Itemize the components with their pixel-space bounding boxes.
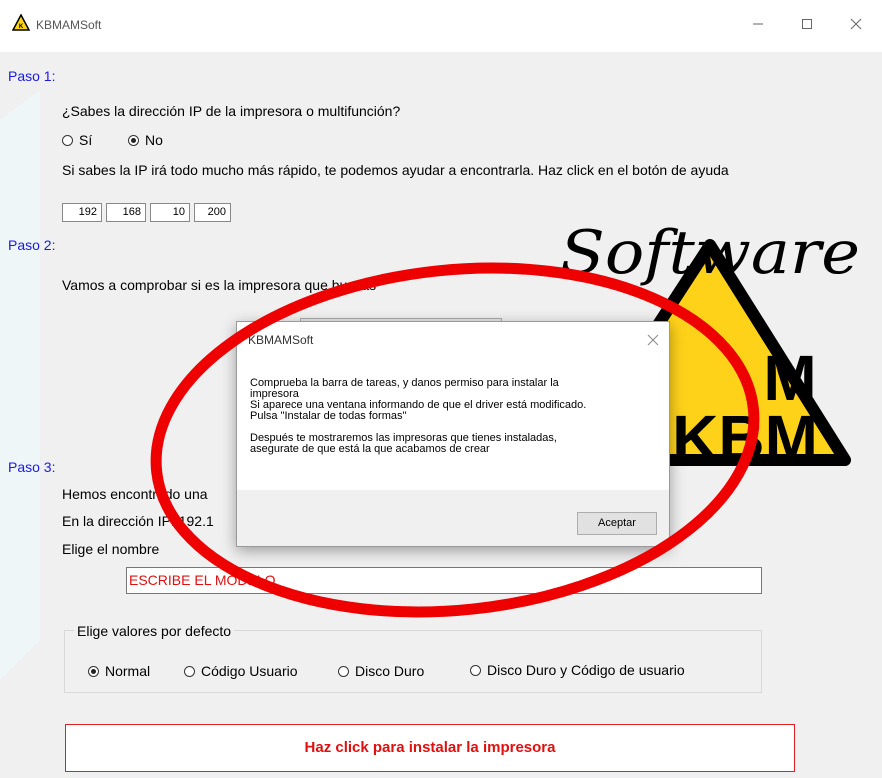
close-icon bbox=[647, 334, 659, 346]
radio-no-label: No bbox=[145, 132, 163, 148]
maximize-icon bbox=[802, 19, 812, 29]
dialog-message: Comprueba la barra de tareas, y danos pe… bbox=[250, 378, 650, 455]
radio-yes-circle[interactable] bbox=[62, 135, 73, 146]
radio-default-hard-disk[interactable]: Disco Duro bbox=[338, 663, 424, 679]
svg-text:K: K bbox=[19, 24, 24, 30]
ip-octet-4[interactable]: 200 bbox=[194, 203, 231, 222]
radio-default-disk-and-code[interactable]: Disco Duro y Código de usuario bbox=[470, 662, 685, 678]
dialog-close-button[interactable] bbox=[647, 328, 659, 351]
close-icon bbox=[850, 18, 862, 30]
logo-badge-bottom: KBM bbox=[672, 402, 818, 474]
defaults-legend: Elige valores por defecto bbox=[74, 623, 235, 639]
radio-default-user-code[interactable]: Código Usuario bbox=[184, 663, 298, 679]
message-dialog: KBMAMSoft Comprueba la barra de tareas, … bbox=[236, 321, 670, 547]
install-printer-button[interactable]: Haz click para instalar la impresora bbox=[65, 724, 795, 772]
step1-hint: Si sabes la IP irá todo mucho más rápido… bbox=[62, 162, 729, 178]
radio-ip-yes[interactable]: Sí bbox=[62, 132, 92, 148]
dialog-message-paragraph-2: Después te mostraremos las impresoras qu… bbox=[250, 432, 557, 455]
logo-software-text: Software bbox=[560, 218, 860, 288]
radio-disk-and-code-label: Disco Duro y Código de usuario bbox=[487, 662, 685, 678]
radio-normal-circle[interactable] bbox=[88, 666, 99, 677]
app-window: K KBMAMSoft M KBM Software Paso 1: ¿Sabe… bbox=[0, 0, 882, 778]
radio-hard-disk-label: Disco Duro bbox=[355, 663, 425, 679]
radio-disk-and-code-circle[interactable] bbox=[470, 665, 481, 676]
step3-ip-text: En la dirección IP: 192.1 bbox=[62, 513, 214, 529]
ip-octet-2[interactable]: 168 bbox=[106, 203, 146, 222]
ip-octet-1[interactable]: 192 bbox=[62, 203, 102, 222]
radio-ip-no[interactable]: No bbox=[128, 132, 163, 148]
dialog-title: KBMAMSoft bbox=[248, 333, 314, 347]
close-button[interactable] bbox=[838, 12, 874, 36]
maximize-button[interactable] bbox=[789, 12, 825, 36]
app-icon: K bbox=[12, 14, 30, 31]
step3-found-text: Hemos encontrado una bbox=[62, 486, 208, 502]
dialog-accept-button[interactable]: Aceptar bbox=[577, 512, 657, 535]
model-name-input[interactable]: ESCRIBE EL MODELO bbox=[126, 567, 762, 594]
radio-hard-disk-circle[interactable] bbox=[338, 666, 349, 677]
ip-octet-3[interactable]: 10 bbox=[150, 203, 190, 222]
title-bar: K KBMAMSoft bbox=[0, 0, 882, 52]
dialog-message-paragraph-1: Comprueba la barra de tareas, y danos pe… bbox=[250, 377, 587, 422]
radio-user-code-circle[interactable] bbox=[184, 666, 195, 677]
minimize-button[interactable] bbox=[740, 12, 776, 36]
step3-name-label: Elige el nombre bbox=[62, 541, 160, 557]
step1-question: ¿Sabes la dirección IP de la impresora o… bbox=[62, 103, 401, 119]
radio-normal-label: Normal bbox=[105, 663, 151, 679]
radio-yes-label: Sí bbox=[79, 132, 93, 148]
window-title: KBMAMSoft bbox=[36, 18, 102, 32]
step1-label: Paso 1: bbox=[8, 68, 56, 84]
minimize-icon bbox=[753, 23, 763, 25]
radio-no-circle[interactable] bbox=[128, 135, 139, 146]
step2-label: Paso 2: bbox=[8, 237, 56, 253]
radio-user-code-label: Código Usuario bbox=[201, 663, 298, 679]
step2-text: Vamos a comprobar si es la impresora que… bbox=[62, 277, 377, 293]
step3-label: Paso 3: bbox=[8, 459, 56, 475]
radio-default-normal[interactable]: Normal bbox=[88, 663, 150, 679]
